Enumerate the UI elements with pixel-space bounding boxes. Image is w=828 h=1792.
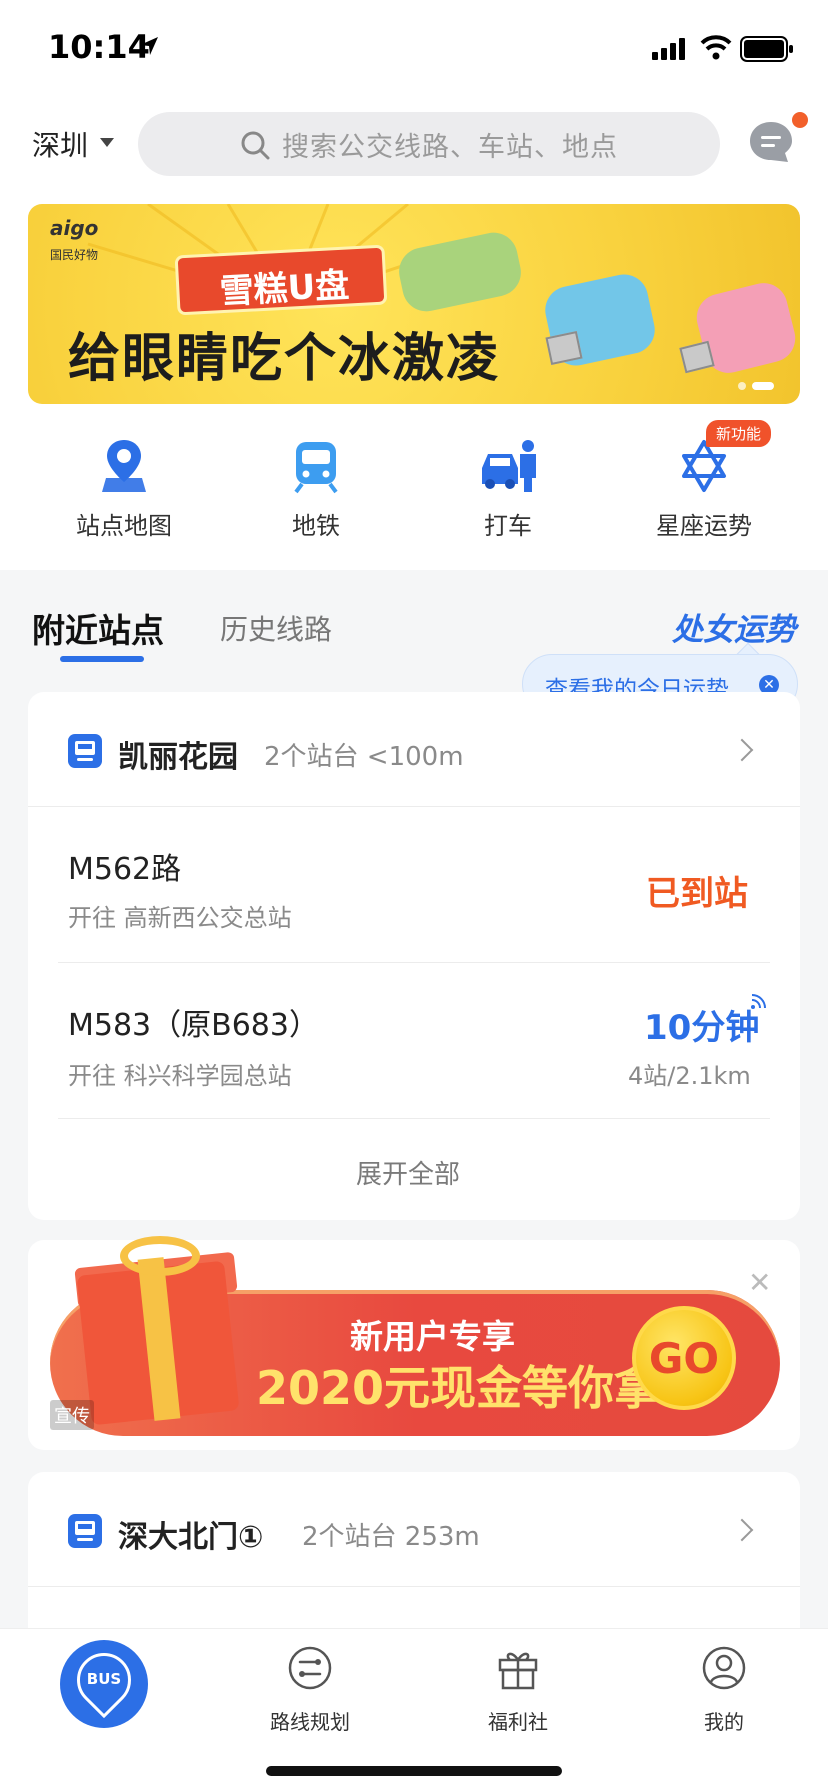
expand-all-button[interactable]: 展开全部 [356,1154,460,1191]
banner-badge: 雪糕U盘 [174,244,388,316]
cellular-signal-icon [652,38,685,60]
ad-tag: 宣传 [50,1400,94,1430]
divider [28,1586,800,1587]
city-selector[interactable]: 深圳 [32,124,88,164]
promo-subtitle: 2020元现金等你拿 [256,1361,661,1415]
battery-icon [740,36,793,62]
bus-stop-icon [68,734,102,768]
route-name: M562路 [68,852,182,887]
taxi-icon [482,440,536,492]
entry-label: 打车 [484,512,532,540]
close-icon[interactable]: ✕ [748,1266,771,1299]
go-button[interactable]: GO [632,1306,736,1410]
arrival-status: 已到站 [646,874,748,914]
tab-bus-home[interactable]: BUS [60,1640,148,1728]
station-name[interactable]: 凯丽花园 [118,732,238,776]
divider [58,962,770,963]
brand-slogan: 国民好物 [50,248,99,262]
search-icon [241,131,270,160]
station-meta: 2个站台 253m [302,1522,480,1552]
entry-label: 星座运势 [656,512,752,540]
user-icon [702,1646,746,1690]
station-name[interactable]: 深大北门① [118,1512,263,1556]
entry-label: 地铁 [292,512,340,540]
promo-banner[interactable]: aigo 国民好物 雪糕U盘 给眼睛吃个冰激凌 [28,204,800,404]
entry-label: 站点地图 [76,512,172,540]
tab-nearby-stations[interactable]: 附近站点 [32,604,164,652]
route-destination: 开往 科兴科学园总站 [68,1062,292,1090]
station-meta: 2个站台 <100m [264,742,464,772]
route-destination: 开往 高新西公交总站 [68,904,292,932]
subway-icon [294,442,338,494]
tab-label: 福利社 [488,1710,548,1734]
notification-dot [792,112,808,128]
tab-history-routes[interactable]: 历史线路 [220,608,332,648]
message-icon[interactable] [748,120,794,164]
bus-stop-icon [68,1514,102,1548]
home-indicator [266,1766,562,1776]
realtime-signal-icon [751,994,766,1009]
horoscope-link[interactable]: 处女运势 [672,604,796,649]
tab-label: 我的 [704,1710,744,1734]
tab-label: 路线规划 [270,1710,350,1734]
eta-time: 10分钟 [644,1008,760,1048]
caret-down-icon[interactable] [100,138,114,147]
banner-headline: 给眼睛吃个冰激凌 [68,329,501,389]
search-input[interactable]: 搜索公交线路、车站、地点 [282,125,618,164]
promo-title: 新用户专享 [350,1317,515,1356]
eta-distance: 4站/2.1km [628,1062,751,1090]
route-icon [288,1646,332,1690]
tab-active-indicator [60,656,144,662]
divider [28,806,800,807]
map-pin-icon [102,440,146,492]
wifi-icon [700,35,732,60]
pager-dot-active [752,382,774,390]
route-name: M583（原B683） [68,1008,319,1043]
status-time: 10:14 [48,28,150,66]
location-arrow-icon [140,37,158,55]
brand-logo: aigo [50,216,99,240]
bus-label: BUS [86,1670,122,1688]
gift-icon [498,1652,538,1690]
divider [58,1118,770,1119]
new-feature-tag: 新功能 [706,420,772,447]
pager-dot [738,382,746,390]
gift-bow [120,1236,200,1276]
go-label: GO [648,1334,720,1383]
